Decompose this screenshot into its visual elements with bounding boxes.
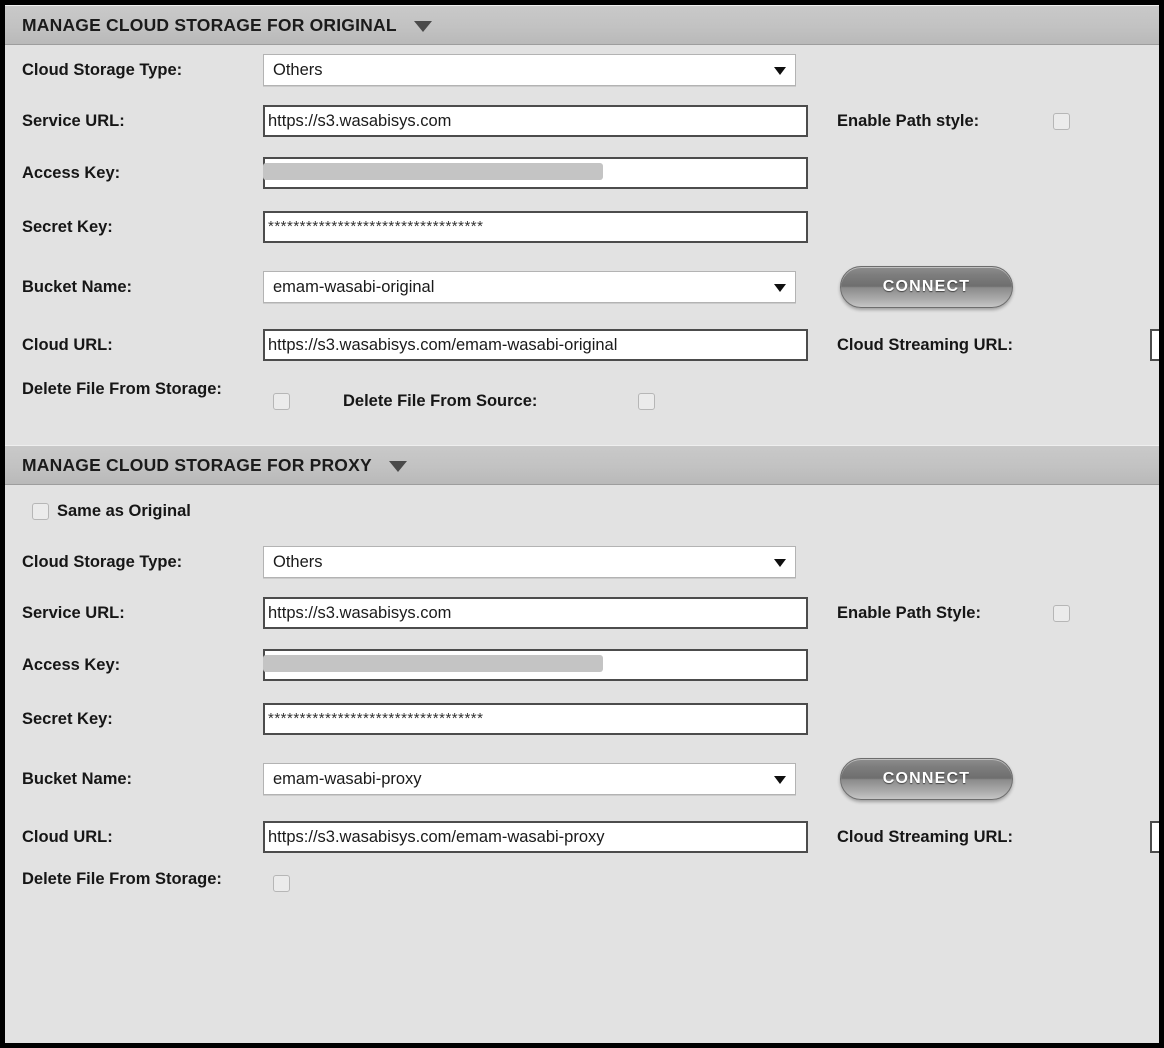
section-header-proxy[interactable]: MANAGE CLOUD STORAGE FOR PROXY bbox=[5, 445, 1159, 485]
row-secret-key: Secret Key: ****************************… bbox=[5, 691, 1159, 747]
input-cloud-streaming-url[interactable] bbox=[1150, 329, 1159, 361]
input-service-url[interactable]: https://s3.wasabisys.com bbox=[263, 597, 808, 629]
row-delete-file-flags: Delete File From Storage: bbox=[5, 863, 1159, 919]
label-bucket-name: Bucket Name: bbox=[22, 769, 133, 788]
label-access-key: Access Key: bbox=[22, 655, 121, 674]
checkbox-same-as-original[interactable] bbox=[32, 502, 49, 520]
label-service-url: Service URL: bbox=[22, 111, 125, 130]
access-key-redaction-overlay bbox=[263, 163, 603, 180]
checkbox-enable-path-style[interactable] bbox=[1053, 112, 1070, 130]
select-cloud-storage-type[interactable]: Others bbox=[263, 54, 796, 86]
label-delete-file-from-storage: Delete File From Storage: bbox=[22, 380, 222, 398]
select-bucket-name[interactable]: emam-wasabi-original bbox=[263, 271, 796, 303]
checkbox-delete-file-from-source[interactable] bbox=[638, 392, 655, 410]
connect-button[interactable]: CONNECT bbox=[840, 758, 1013, 800]
row-same-as-original: Same as Original bbox=[5, 485, 1159, 537]
chevron-down-icon[interactable] bbox=[774, 776, 786, 784]
input-secret-key-wrap: ********************************** bbox=[263, 211, 808, 243]
input-service-url-wrap: https://s3.wasabisys.com bbox=[263, 105, 808, 137]
row-access-key: Access Key: bbox=[5, 147, 1159, 199]
label-cloud-streaming-url: Cloud Streaming URL: bbox=[837, 335, 1013, 354]
select-bucket-name-wrap: emam-wasabi-proxy bbox=[263, 763, 796, 795]
input-cloud-url[interactable]: https://s3.wasabisys.com/emam-wasabi-pro… bbox=[263, 821, 808, 853]
select-cloud-storage-type[interactable]: Others bbox=[263, 546, 796, 578]
select-cloud-storage-type-wrap: Others bbox=[263, 54, 796, 86]
cloud-storage-settings-panel: MANAGE CLOUD STORAGE FOR ORIGINAL Cloud … bbox=[0, 0, 1164, 1048]
input-secret-key[interactable]: ********************************** bbox=[263, 211, 808, 243]
select-bucket-name-wrap: emam-wasabi-original bbox=[263, 271, 796, 303]
section-title-proxy: MANAGE CLOUD STORAGE FOR PROXY bbox=[22, 454, 372, 475]
label-secret-key: Secret Key: bbox=[22, 709, 113, 728]
row-delete-file-flags: Delete File From Storage: Delete File Fr… bbox=[5, 371, 1159, 431]
input-cloud-streaming-url[interactable] bbox=[1150, 821, 1159, 853]
section-title-original: MANAGE CLOUD STORAGE FOR ORIGINAL bbox=[22, 14, 397, 35]
label-cloud-storage-type: Cloud Storage Type: bbox=[22, 60, 183, 79]
input-service-url[interactable]: https://s3.wasabisys.com bbox=[263, 105, 808, 137]
select-cloud-storage-type-value: Others bbox=[273, 553, 323, 571]
row-access-key: Access Key: bbox=[5, 639, 1159, 691]
input-access-key-wrap bbox=[263, 649, 808, 681]
row-cloud-storage-type: Cloud Storage Type: Others bbox=[5, 45, 1159, 95]
label-cloud-streaming-url: Cloud Streaming URL: bbox=[837, 827, 1013, 846]
connect-button[interactable]: CONNECT bbox=[840, 266, 1013, 308]
collapse-chevron-down-icon[interactable] bbox=[388, 461, 407, 472]
access-key-redaction-overlay bbox=[263, 655, 603, 672]
label-cloud-storage-type: Cloud Storage Type: bbox=[22, 552, 183, 571]
row-service-url: Service URL: https://s3.wasabisys.com En… bbox=[5, 587, 1159, 639]
select-cloud-storage-type-wrap: Others bbox=[263, 546, 796, 578]
label-enable-path-style: Enable Path style: bbox=[837, 111, 980, 130]
row-secret-key: Secret Key: ****************************… bbox=[5, 199, 1159, 255]
row-cloud-url: Cloud URL: https://s3.wasabisys.com/emam… bbox=[5, 811, 1159, 863]
section-body-proxy: Same as Original Cloud Storage Type: Oth… bbox=[5, 485, 1159, 919]
select-bucket-name-value: emam-wasabi-original bbox=[273, 278, 435, 296]
chevron-down-icon[interactable] bbox=[774, 67, 786, 75]
label-bucket-name: Bucket Name: bbox=[22, 277, 133, 296]
label-cloud-url: Cloud URL: bbox=[22, 827, 113, 846]
row-service-url: Service URL: https://s3.wasabisys.com En… bbox=[5, 95, 1159, 147]
label-secret-key: Secret Key: bbox=[22, 217, 113, 236]
select-bucket-name-value: emam-wasabi-proxy bbox=[273, 770, 422, 788]
label-delete-file-from-source: Delete File From Source: bbox=[343, 391, 538, 410]
label-service-url: Service URL: bbox=[22, 603, 125, 622]
input-service-url-wrap: https://s3.wasabisys.com bbox=[263, 597, 808, 629]
label-access-key: Access Key: bbox=[22, 163, 121, 182]
section-bottom-spacer bbox=[5, 431, 1159, 445]
input-cloud-url-wrap: https://s3.wasabisys.com/emam-wasabi-pro… bbox=[263, 821, 808, 853]
row-cloud-storage-type: Cloud Storage Type: Others bbox=[5, 537, 1159, 587]
chevron-down-icon[interactable] bbox=[774, 284, 786, 292]
checkbox-delete-file-from-storage[interactable] bbox=[273, 875, 290, 892]
input-cloud-url[interactable]: https://s3.wasabisys.com/emam-wasabi-ori… bbox=[263, 329, 808, 361]
section-body-original: Cloud Storage Type: Others Service URL: … bbox=[5, 45, 1159, 445]
section-header-original[interactable]: MANAGE CLOUD STORAGE FOR ORIGINAL bbox=[5, 5, 1159, 45]
row-bucket-name: Bucket Name: emam-wasabi-proxy CONNECT bbox=[5, 747, 1159, 811]
input-secret-key[interactable]: ********************************** bbox=[263, 703, 808, 735]
label-same-as-original: Same as Original bbox=[57, 501, 191, 520]
checkbox-delete-file-from-storage[interactable] bbox=[273, 392, 290, 410]
input-secret-key-wrap: ********************************** bbox=[263, 703, 808, 735]
select-bucket-name[interactable]: emam-wasabi-proxy bbox=[263, 763, 796, 795]
row-bucket-name: Bucket Name: emam-wasabi-original CONNEC… bbox=[5, 255, 1159, 319]
checkbox-enable-path-style[interactable] bbox=[1053, 604, 1070, 622]
label-enable-path-style: Enable Path Style: bbox=[837, 603, 981, 622]
input-cloud-url-wrap: https://s3.wasabisys.com/emam-wasabi-ori… bbox=[263, 329, 808, 361]
select-cloud-storage-type-value: Others bbox=[273, 61, 323, 79]
row-cloud-url: Cloud URL: https://s3.wasabisys.com/emam… bbox=[5, 319, 1159, 371]
label-delete-file-from-storage: Delete File From Storage: bbox=[22, 870, 222, 888]
chevron-down-icon[interactable] bbox=[774, 559, 786, 567]
input-access-key-wrap bbox=[263, 157, 808, 189]
collapse-chevron-down-icon[interactable] bbox=[413, 21, 432, 32]
label-cloud-url: Cloud URL: bbox=[22, 335, 113, 354]
